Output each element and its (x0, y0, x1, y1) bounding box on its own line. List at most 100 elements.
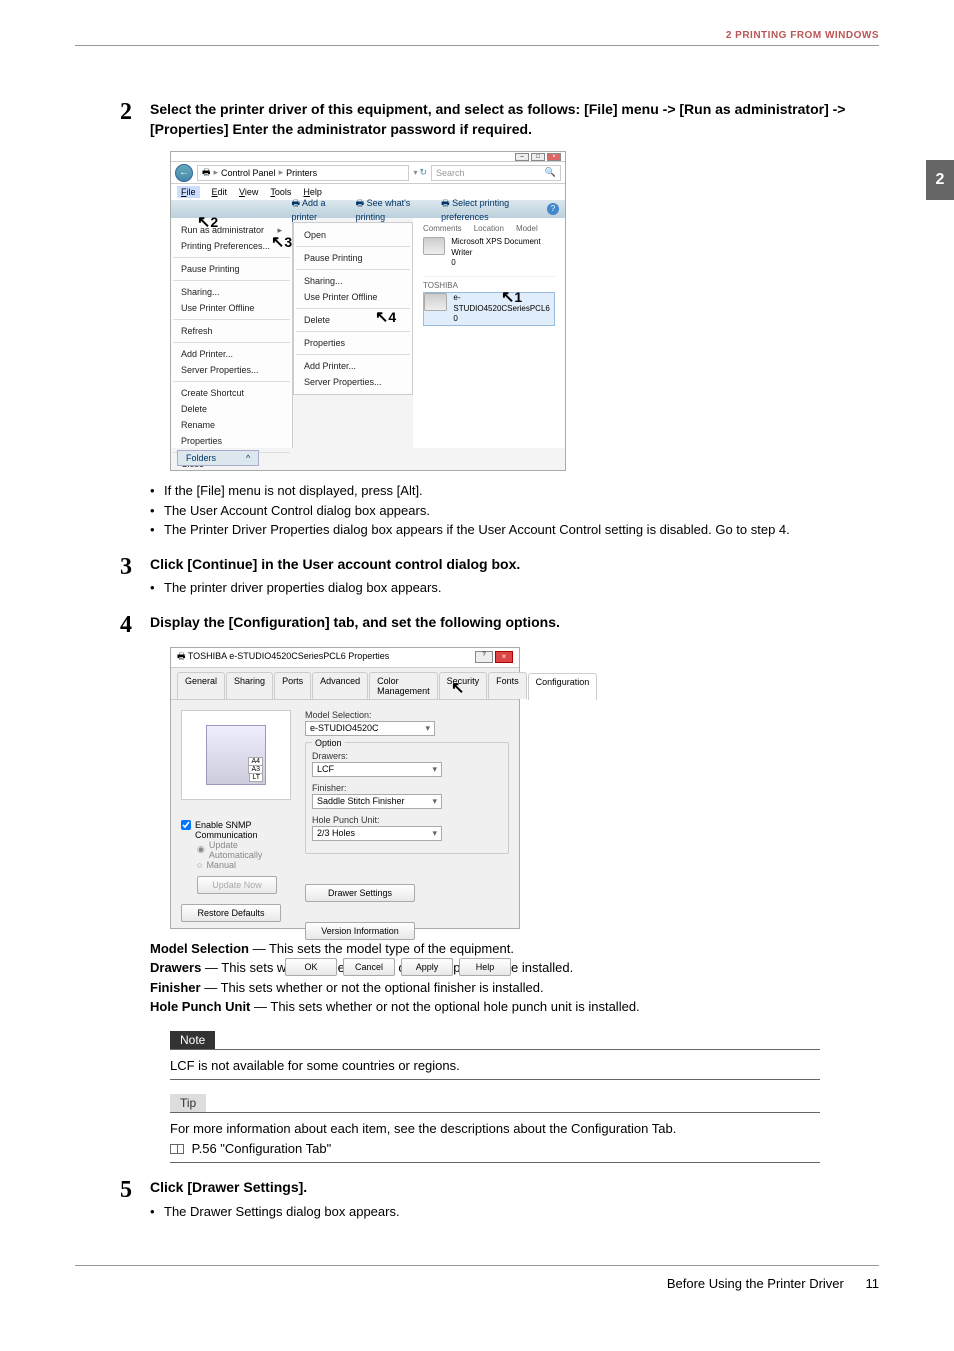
printer-preview: A4 A3 LT (181, 710, 291, 800)
section-header: 2 PRINTING FROM WINDOWS (726, 30, 879, 41)
ctx-rename[interactable]: Rename (171, 417, 292, 433)
update-now-button[interactable]: Update Now (197, 876, 277, 894)
ctx-refresh[interactable]: Refresh (171, 323, 292, 339)
note-text: LCF is not available for some countries … (170, 1056, 879, 1076)
ctx-server-props[interactable]: Server Properties... (171, 362, 292, 378)
search-placeholder: Search (436, 168, 465, 178)
printer-list: Comments Location Model Microsoft XPS Do… (413, 218, 565, 448)
model-selection-select[interactable]: e-STUDIO4520C (305, 721, 435, 736)
breadcrumb-path[interactable]: 🖶 ▸ Control Panel ▸ Printers (197, 165, 409, 181)
back-button[interactable]: ← (175, 164, 193, 182)
step-title: Click [Drawer Settings]. (150, 1178, 879, 1198)
tab-sharing[interactable]: Sharing (226, 672, 273, 699)
manual-radio[interactable]: ○Manual (197, 860, 291, 870)
toolbar-select-prefs[interactable]: 🖶 Select printing preferences (441, 196, 544, 222)
col-comments[interactable]: Comments (423, 224, 462, 233)
tab-general[interactable]: General (177, 672, 225, 699)
drawer-settings-button[interactable]: Drawer Settings (305, 884, 415, 902)
apply-button[interactable]: Apply (401, 958, 453, 976)
toolbar-see-printing[interactable]: 🖶 See what's printing (356, 196, 432, 222)
ok-button[interactable]: OK (285, 958, 337, 976)
minimize-button[interactable]: – (515, 153, 529, 161)
version-info-button[interactable]: Version Information (305, 922, 415, 940)
breadcrumb-segment[interactable]: Control Panel (221, 168, 276, 178)
restore-defaults-button[interactable]: Restore Defaults (181, 904, 281, 922)
page-number: 11 (866, 1276, 880, 1291)
ctx-use-offline[interactable]: Use Printer Offline (171, 300, 292, 316)
col-model[interactable]: Model (516, 224, 538, 233)
menu-file[interactable]: File (177, 186, 200, 198)
footer-text: Before Using the Printer Driver (667, 1276, 844, 1291)
tip-label: Tip (170, 1094, 206, 1112)
tip-callout: Tip For more information about each item… (170, 1094, 879, 1163)
sub-delete[interactable]: Delete (294, 312, 412, 328)
ctx-create-shortcut[interactable]: Create Shortcut (171, 385, 292, 401)
printer-status: 0 (453, 314, 554, 324)
screenshot-properties-dialog: 🖶 TOSHIBA e-STUDIO4520CSeriesPCL6 Proper… (170, 647, 520, 929)
step-number: 2 (120, 100, 150, 124)
file-context-menu: Run as administrator Printing Preference… (171, 218, 293, 448)
close-button[interactable]: × (495, 651, 513, 663)
printer-drawing: A4 A3 LT (206, 725, 266, 785)
printer-item-selected[interactable]: e-STUDIO4520CSeriesPCL6 0 (423, 292, 555, 325)
ctx-add-printer[interactable]: Add Printer... (171, 346, 292, 362)
drawer-label: LT (249, 773, 263, 782)
ctx-delete[interactable]: Delete (171, 401, 292, 417)
help-button[interactable]: ? (475, 651, 493, 663)
book-icon (170, 1144, 184, 1154)
tab-advanced[interactable]: Advanced (312, 672, 368, 699)
enable-snmp-checkbox[interactable]: Enable SNMP Communication (181, 820, 291, 840)
cancel-button[interactable]: Cancel (343, 958, 395, 976)
ctx-properties[interactable]: Properties (171, 433, 292, 449)
finisher-select[interactable]: Saddle Stitch Finisher (312, 794, 442, 809)
close-button[interactable]: × (547, 153, 561, 161)
sub-use-offline[interactable]: Use Printer Offline (294, 289, 412, 305)
hole-punch-select[interactable]: 2/3 Holes (312, 826, 442, 841)
bullet-text: The printer driver properties dialog box… (164, 578, 441, 598)
screenshot-printers-window: – □ × ← 🖶 ▸ Control Panel ▸ Printers ▾ ↻ (170, 151, 566, 471)
sub-add-printer[interactable]: Add Printer... (294, 358, 412, 374)
step-title: Display the [Configuration] tab, and set… (150, 613, 879, 633)
ctx-run-as-admin[interactable]: Run as administrator (171, 222, 292, 238)
menu-view[interactable]: View (239, 187, 258, 197)
sub-pause[interactable]: Pause Printing (294, 250, 412, 266)
ctx-sharing[interactable]: Sharing... (171, 284, 292, 300)
option-group-label: Option (312, 738, 345, 748)
breadcrumb-segment[interactable]: Printers (286, 168, 317, 178)
step-4: 4 Display the [Configuration] tab, and s… (120, 613, 879, 1164)
drawers-select[interactable]: LCF (312, 762, 442, 777)
chapter-tab: 2 (926, 160, 954, 200)
menu-tools[interactable]: Tools (270, 187, 291, 197)
bullet-text: The Drawer Settings dialog box appears. (164, 1202, 400, 1222)
tip-text: For more information about each item, se… (170, 1119, 879, 1158)
sub-properties[interactable]: Properties (294, 335, 412, 351)
model-selection-label: Model Selection: (305, 710, 509, 720)
submenu: Open Pause Printing Sharing... Use Print… (293, 222, 413, 395)
finisher-label: Finisher: (312, 783, 502, 793)
help-button[interactable]: Help (459, 958, 511, 976)
tab-security[interactable]: Security (439, 672, 488, 699)
menu-edit[interactable]: Edit (212, 187, 228, 197)
col-location[interactable]: Location (474, 224, 504, 233)
sub-server-props[interactable]: Server Properties... (294, 374, 412, 390)
page-reference: P.56 "Configuration Tab" (188, 1141, 331, 1156)
search-input[interactable]: Search 🔍 (431, 165, 561, 181)
tab-color-management[interactable]: Color Management (369, 672, 438, 699)
tab-configuration[interactable]: Configuration (528, 673, 598, 700)
sub-open[interactable]: Open (294, 227, 412, 243)
step-5: 5 Click [Drawer Settings]. •The Drawer S… (120, 1178, 879, 1221)
ctx-pause[interactable]: Pause Printing (171, 261, 292, 277)
maximize-button[interactable]: □ (531, 153, 545, 161)
printer-item[interactable]: Microsoft XPS Document Writer 0 (423, 237, 555, 268)
ctx-printing-prefs[interactable]: Printing Preferences... (171, 238, 292, 254)
tab-fonts[interactable]: Fonts (488, 672, 527, 699)
step-3: 3 Click [Continue] in the User account c… (120, 555, 879, 598)
dialog-titlebar: 🖶 TOSHIBA e-STUDIO4520CSeriesPCL6 Proper… (171, 648, 519, 668)
update-auto-radio[interactable]: ◉Update Automatically (197, 840, 291, 860)
folders-toggle[interactable]: Folders^ (177, 450, 259, 466)
tab-ports[interactable]: Ports (274, 672, 311, 699)
sub-sharing[interactable]: Sharing... (294, 273, 412, 289)
toolbar-add-printer[interactable]: 🖶 Add a printer (292, 196, 346, 222)
tab-strip: General Sharing Ports Advanced Color Man… (171, 668, 519, 700)
option-group: Option Drawers: LCF Finisher: Saddle Sti… (305, 742, 509, 854)
